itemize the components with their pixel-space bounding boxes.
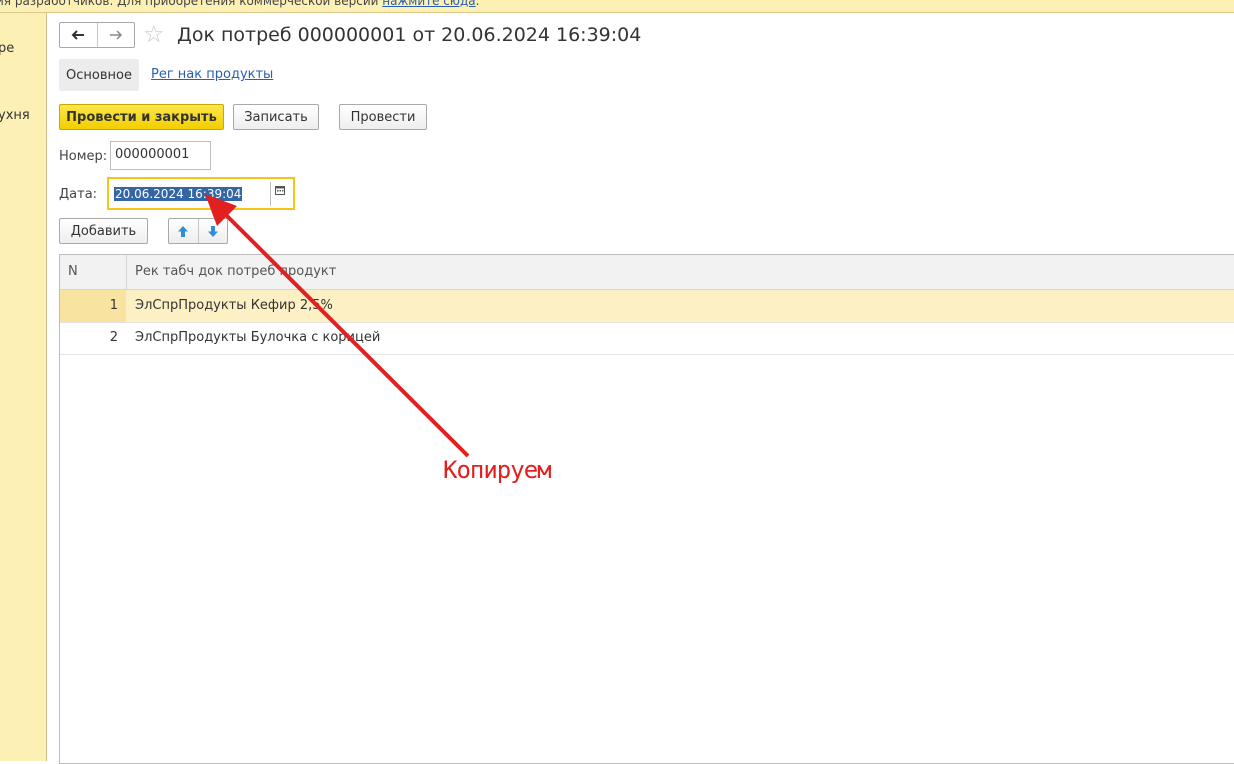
forward-button[interactable] xyxy=(96,23,135,47)
sidebar-item-1[interactable]: ре xyxy=(0,41,14,56)
sidebar-item-2[interactable]: ухня xyxy=(0,108,30,123)
banner-link[interactable]: нажмите сюда xyxy=(382,0,475,8)
date-field[interactable]: 20.06.2024 16:39:04 xyxy=(107,177,295,210)
arrow-up-icon xyxy=(178,225,189,237)
table-row[interactable]: 1 ЭлСпрПродукты Кефир 2,5% xyxy=(60,290,1234,323)
history-navigation xyxy=(59,22,135,48)
row-product: ЭлСпрПродукты Кефир 2,5% xyxy=(135,298,333,313)
arrow-left-icon xyxy=(71,30,85,40)
row-number: 1 xyxy=(109,298,118,313)
number-label: Номер: xyxy=(59,149,108,164)
save-button[interactable]: Записать xyxy=(233,104,319,130)
back-button[interactable] xyxy=(60,23,97,47)
move-down-button[interactable] xyxy=(197,219,228,243)
annotation-label: Копируем xyxy=(443,456,552,484)
arrow-down-icon xyxy=(207,225,218,237)
row-product: ЭлСпрПродукты Булочка с корицей xyxy=(135,330,381,345)
tab-main[interactable]: Основное xyxy=(59,59,139,91)
products-table: N Рек табч док потреб продукт 1 ЭлСпрПро… xyxy=(59,254,1234,764)
move-buttons xyxy=(168,218,228,244)
star-icon[interactable]: ☆ xyxy=(143,22,165,46)
post-button[interactable]: Провести xyxy=(339,104,427,130)
calendar-icon[interactable] xyxy=(275,185,289,201)
arrow-right-icon xyxy=(109,30,122,40)
add-button[interactable]: Добавить xyxy=(59,218,148,244)
move-up-button[interactable] xyxy=(169,219,198,243)
table-row[interactable]: 2 ЭлСпрПродукты Булочка с корицей xyxy=(60,322,1234,355)
banner-text: ия разработчиков. Для приобретения комме… xyxy=(0,0,383,8)
post-and-close-button[interactable]: Провести и закрыть xyxy=(59,104,224,130)
column-header-n[interactable]: N xyxy=(60,255,127,289)
row-number: 2 xyxy=(109,330,118,345)
column-header-product[interactable]: Рек табч док потреб продукт xyxy=(127,255,1227,289)
sidebar: ре ухня xyxy=(0,13,47,761)
table-header: N Рек табч док потреб продукт xyxy=(60,255,1234,290)
date-divider xyxy=(270,182,271,206)
tab-reg-products[interactable]: Рег нак продукты xyxy=(151,67,273,82)
banner-tail: . xyxy=(475,0,480,8)
number-field[interactable]: 000000001 xyxy=(110,141,211,170)
page-title: Док потреб 000000001 от 20.06.2024 16:39… xyxy=(177,24,642,46)
date-value[interactable]: 20.06.2024 16:39:04 xyxy=(114,187,243,201)
date-label: Дата: xyxy=(59,187,98,202)
license-banner: ия разработчиков. Для приобретения комме… xyxy=(0,0,1234,13)
